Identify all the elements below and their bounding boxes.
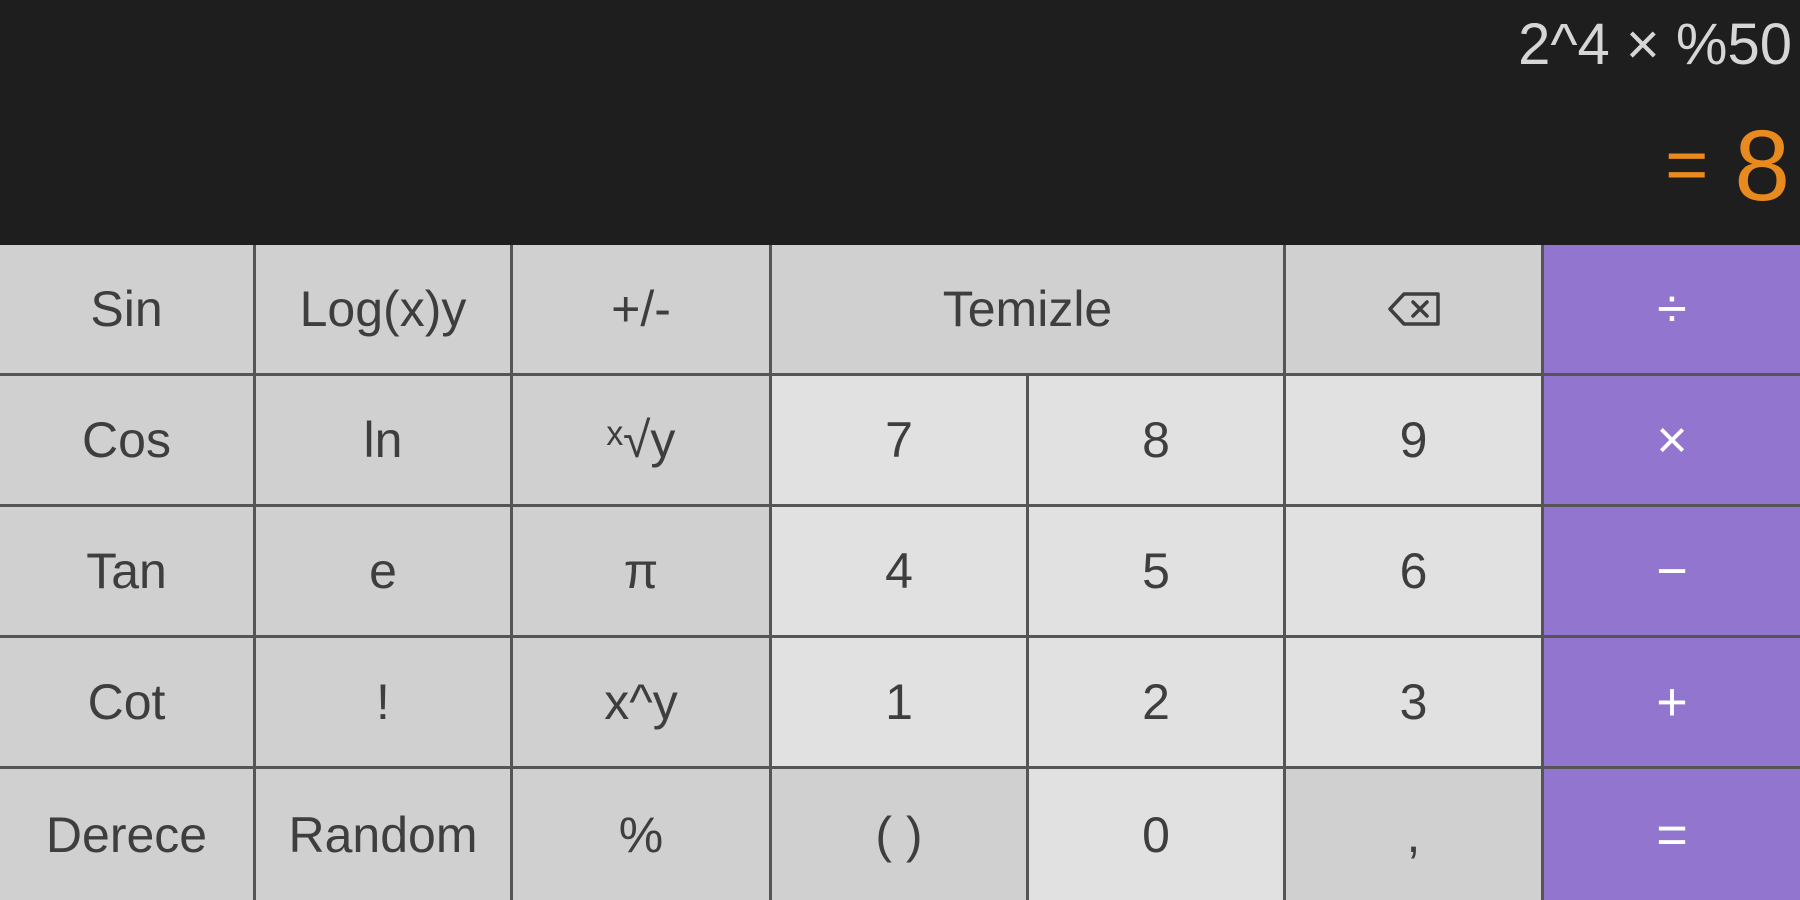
parentheses-button[interactable]: ( ) [772,769,1026,900]
factorial-button[interactable]: ! [256,638,510,766]
digit-0-button[interactable]: 0 [1029,769,1283,900]
digit-4-button[interactable]: 4 [772,507,1026,635]
degree-button[interactable]: Derece [0,769,253,900]
digit-8-button[interactable]: 8 [1029,376,1283,504]
cos-button[interactable]: Cos [0,376,253,504]
divide-button[interactable]: ÷ [1544,245,1800,373]
plus-button[interactable]: + [1544,638,1800,766]
expression-text: 2^4 × %50 [1518,12,1792,77]
digit-3-button[interactable]: 3 [1286,638,1541,766]
log-xy-button[interactable]: Log(x)y [256,245,510,373]
sin-button[interactable]: Sin [0,245,253,373]
clear-button[interactable]: Temizle [772,245,1283,373]
digit-9-button[interactable]: 9 [1286,376,1541,504]
digit-7-button[interactable]: 7 [772,376,1026,504]
backspace-icon [1386,290,1442,328]
multiply-button[interactable]: × [1544,376,1800,504]
equals-button[interactable]: = [1544,769,1800,900]
random-button[interactable]: Random [256,769,510,900]
e-button[interactable]: e [256,507,510,635]
digit-2-button[interactable]: 2 [1029,638,1283,766]
result-value: 8 [1734,110,1790,222]
pi-button[interactable]: π [513,507,769,635]
root-xy-button[interactable]: ˣ√y [513,376,769,504]
result-line: = 8 [1665,110,1790,251]
cot-button[interactable]: Cot [0,638,253,766]
plus-minus-button[interactable]: +/- [513,245,769,373]
result-equals-sign: = [1665,123,1709,206]
digit-1-button[interactable]: 1 [772,638,1026,766]
ln-button[interactable]: ln [256,376,510,504]
minus-button[interactable]: − [1544,507,1800,635]
percent-button[interactable]: % [513,769,769,900]
calculator-display: 2^4 × %50 = 8 [0,0,1800,244]
decimal-button[interactable]: , [1286,769,1541,900]
keypad: Sin Log(x)y +/- Temizle ÷ Cos ln ˣ√y 7 8… [0,245,1800,900]
digit-6-button[interactable]: 6 [1286,507,1541,635]
power-button[interactable]: x^y [513,638,769,766]
backspace-button[interactable] [1286,245,1541,373]
digit-5-button[interactable]: 5 [1029,507,1283,635]
tan-button[interactable]: Tan [0,507,253,635]
